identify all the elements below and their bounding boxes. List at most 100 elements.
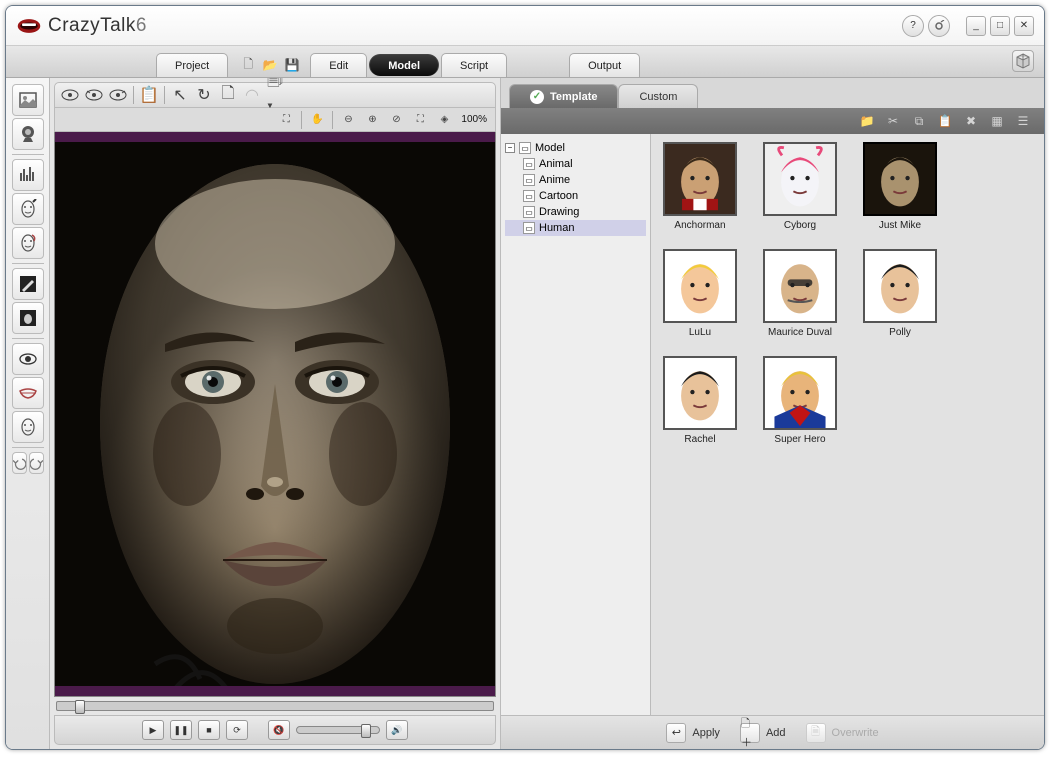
thumbnail-image: [663, 142, 737, 216]
audio-spectrum-tool[interactable]: [12, 159, 44, 191]
thumbnail-rachel[interactable]: Rachel: [659, 356, 741, 445]
actual-size-icon[interactable]: ⛶: [411, 111, 429, 129]
thumbnail-label: LuLu: [689, 327, 711, 338]
fit-window-icon[interactable]: ⛶: [277, 111, 295, 129]
tab-output[interactable]: Output: [569, 53, 640, 77]
titlebar: CrazyTalk6 ? _ □ ✕: [6, 6, 1044, 46]
thumbnail-image: [663, 356, 737, 430]
save-project-icon[interactable]: 💾: [284, 57, 300, 73]
library-footer: ↩ Apply 🗋＋ Add 🗎 Overwrite: [501, 715, 1044, 749]
thumbnail-image: [763, 142, 837, 216]
close-button[interactable]: ✕: [1014, 16, 1034, 36]
new-project-icon[interactable]: 🗋: [240, 57, 256, 73]
thumbnail-super-hero[interactable]: Super Hero: [759, 356, 841, 445]
play-button[interactable]: ▶: [142, 720, 164, 740]
lip-icon[interactable]: ◠: [243, 86, 261, 104]
thumbnail-lulu[interactable]: LuLu: [659, 249, 741, 338]
timeline[interactable]: [54, 697, 496, 715]
face-fitting-edit-tool[interactable]: [12, 193, 44, 225]
thumbnail-label: Cyborg: [784, 220, 816, 231]
tab-edit[interactable]: Edit: [310, 53, 367, 77]
zoom-region-icon[interactable]: ◈: [435, 111, 453, 129]
viewer-panel: 📋 ↖ ↻ 🗋 ◠ 🗐▾ ⛶ ✋ ⊖ ⊕ ⊘ ⛶ ◈ 100%: [50, 78, 500, 749]
overwrite-button: 🗎 Overwrite: [806, 723, 879, 743]
open-project-icon[interactable]: 📂: [262, 57, 278, 73]
thumbnail-image: [863, 142, 937, 216]
undo-button[interactable]: [12, 452, 27, 474]
minimize-button[interactable]: _: [966, 16, 986, 36]
stop-button[interactable]: ■: [198, 720, 220, 740]
app-title: CrazyTalk6: [48, 15, 147, 37]
volume-icon[interactable]: 🔊: [386, 720, 408, 740]
tab-model[interactable]: Model: [369, 54, 439, 76]
zoom-reset-icon[interactable]: ⊘: [387, 111, 405, 129]
webcam-tool[interactable]: [12, 118, 44, 150]
face-fitting-auto-tool[interactable]: [12, 227, 44, 259]
help-button[interactable]: ?: [902, 15, 924, 37]
thumbnail-polly[interactable]: Polly: [859, 249, 941, 338]
eye-mode-2-icon[interactable]: [85, 86, 103, 104]
tab-template[interactable]: ✓ Template: [509, 84, 618, 108]
teeth-settings-tool[interactable]: [12, 377, 44, 409]
page-icon[interactable]: 🗋: [219, 86, 237, 104]
background-tool[interactable]: [12, 302, 44, 334]
tab-custom[interactable]: Custom: [618, 84, 698, 108]
lib-paste-icon[interactable]: 📋: [936, 112, 954, 130]
tree-item-drawing[interactable]: ▭Drawing: [505, 204, 646, 220]
eye-mode-3-icon[interactable]: [109, 86, 127, 104]
tab-script[interactable]: Script: [441, 53, 507, 77]
thumbnail-maurice-duval[interactable]: Maurice Duval: [759, 249, 841, 338]
tree-item-human[interactable]: ▭Human: [505, 220, 646, 236]
library-tab-bar: ✓ Template Custom: [501, 78, 1044, 108]
multi-page-icon[interactable]: 🗐▾: [267, 86, 285, 104]
thumbnail-image: [663, 249, 737, 323]
tree-item-anime[interactable]: ▭Anime: [505, 172, 646, 188]
eye-settings-tool[interactable]: [12, 343, 44, 375]
thumbnail-anchorman[interactable]: Anchorman: [659, 142, 741, 231]
page-icon: ▭: [523, 158, 535, 170]
pause-button[interactable]: ❚❚: [170, 720, 192, 740]
pan-hand-icon[interactable]: ✋: [308, 111, 326, 129]
tree-root-model[interactable]: − ▭ Model: [505, 140, 646, 156]
thumbnail-just-mike[interactable]: Just Mike: [859, 142, 941, 231]
lib-folder-icon[interactable]: 📁: [858, 112, 876, 130]
viewer-toolbar-lower: ⛶ ✋ ⊖ ⊕ ⊘ ⛶ ◈ 100%: [54, 108, 496, 132]
image-import-tool[interactable]: [12, 84, 44, 116]
maximize-button[interactable]: □: [990, 16, 1010, 36]
pointer-icon[interactable]: ↖: [171, 86, 189, 104]
lib-delete-icon[interactable]: ✖: [962, 112, 980, 130]
zoom-out-icon[interactable]: ⊖: [339, 111, 357, 129]
add-icon: 🗋＋: [740, 723, 760, 743]
loop-button[interactable]: ⟳: [226, 720, 248, 740]
lib-view-list-icon[interactable]: ☰: [1014, 112, 1032, 130]
library-panel: ✓ Template Custom 📁 ✂ ⧉ 📋 ✖ ▦ ☰ − ▭: [500, 78, 1044, 749]
add-button[interactable]: 🗋＋ Add: [740, 723, 786, 743]
lib-copy-icon[interactable]: ⧉: [910, 112, 928, 130]
volume-slider[interactable]: [296, 726, 380, 734]
rotate-icon[interactable]: ↻: [195, 86, 213, 104]
thumbnail-image: [863, 249, 937, 323]
page-icon: ▭: [523, 174, 535, 186]
tree-item-animal[interactable]: ▭Animal: [505, 156, 646, 172]
playback-controls: ▶ ❚❚ ■ ⟳ 🔇 🔊: [54, 715, 496, 745]
thumbnail-cyborg[interactable]: Cyborg: [759, 142, 841, 231]
folder-icon: ▭: [519, 142, 531, 154]
lib-view-grid-icon[interactable]: ▦: [988, 112, 1006, 130]
clipboard-icon[interactable]: 📋: [140, 86, 158, 104]
apply-button[interactable]: ↩ Apply: [666, 723, 720, 743]
pack-cube-button[interactable]: [1012, 50, 1034, 72]
mask-brush-tool[interactable]: [12, 268, 44, 300]
zoom-in-icon[interactable]: ⊕: [363, 111, 381, 129]
redo-button[interactable]: [29, 452, 44, 474]
tree-item-cartoon[interactable]: ▭Cartoon: [505, 188, 646, 204]
mute-button[interactable]: 🔇: [268, 720, 290, 740]
viewer-canvas[interactable]: [54, 132, 496, 697]
settings-button[interactable]: [928, 15, 950, 37]
page-icon: ▭: [523, 190, 535, 202]
lib-cut-icon[interactable]: ✂: [884, 112, 902, 130]
tab-project[interactable]: Project: [156, 53, 228, 77]
collapse-icon[interactable]: −: [505, 143, 515, 153]
timeline-thumb[interactable]: [75, 700, 85, 714]
head-settings-tool[interactable]: [12, 411, 44, 443]
eye-mode-1-icon[interactable]: [61, 86, 79, 104]
